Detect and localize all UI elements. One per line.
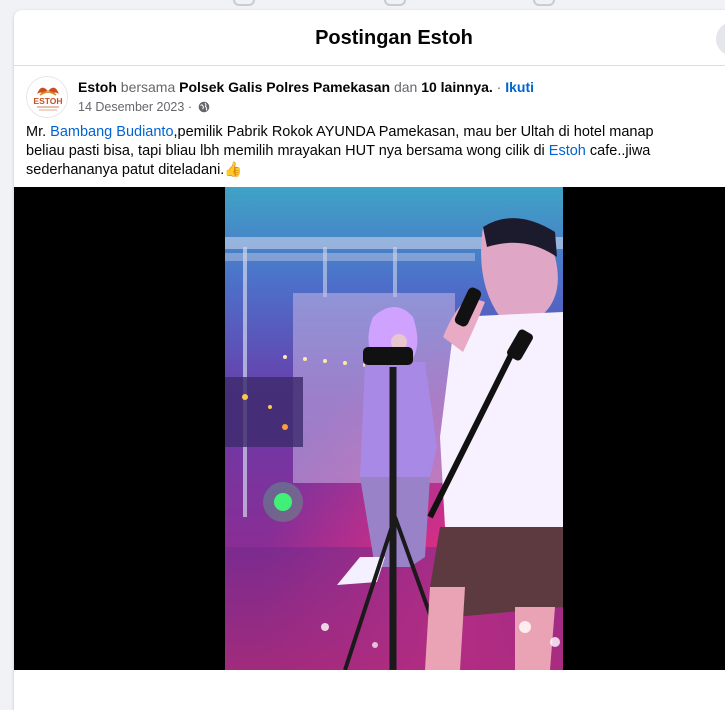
with-word: bersama xyxy=(120,79,176,95)
date-separator: · xyxy=(187,100,192,114)
text-line3: sederhananya patut diteladani. xyxy=(26,162,225,178)
text-prefix: Mr. xyxy=(26,124,47,140)
and-word: dan xyxy=(393,79,418,95)
video-player[interactable] xyxy=(14,187,725,670)
author-line: Estoh bersama Polsek Galis Polres Pameka… xyxy=(78,79,534,95)
post-message: Mr. Bambang Budianto,pemilik Pabrik Roko… xyxy=(26,123,725,180)
follow-link[interactable]: Ikuti xyxy=(505,79,534,95)
dialog-header: Postingan Estoh xyxy=(14,10,725,66)
close-button[interactable] xyxy=(716,22,725,56)
post-line-2: beliau pasti bisa, tapi bliau lbh memili… xyxy=(26,142,725,161)
close-icon xyxy=(716,22,725,56)
others-link[interactable]: 10 lainnya. xyxy=(421,79,493,95)
avatar[interactable]: ESTOH xyxy=(26,76,68,118)
tagged-page-link[interactable]: Polsek Galis Polres Pamekasan xyxy=(179,79,390,95)
svg-text:ESTOH: ESTOH xyxy=(33,96,62,106)
post-date-link[interactable]: 14 Desember 2023 xyxy=(78,100,184,114)
video-frame xyxy=(225,187,563,670)
thumbs-up-emoji: 👍 xyxy=(224,162,243,178)
dot-separator: · xyxy=(496,79,502,95)
top-nav-bar xyxy=(0,0,725,10)
globe-icon[interactable] xyxy=(198,101,210,113)
nav-home-icon[interactable] xyxy=(233,0,255,6)
estoh-logo: ESTOH xyxy=(27,77,67,117)
post-timestamp-line: 14 Desember 2023 · xyxy=(78,100,210,114)
dialog-title: Postingan Estoh xyxy=(315,27,473,49)
post-header: ESTOH Estoh bersama Polsek Galis Polres … xyxy=(26,76,725,120)
post-dialog: Postingan Estoh ESTOH Estoh bersama Pols… xyxy=(14,10,725,710)
nav-friends-icon[interactable] xyxy=(384,0,406,6)
text-line2-end: cafe..jiwa xyxy=(589,143,651,159)
text-line2-start: beliau pasti bisa, tapi bliau lbh memili… xyxy=(26,143,545,159)
author-name-link[interactable]: Estoh xyxy=(78,79,117,95)
post-line-1: Mr. Bambang Budianto,pemilik Pabrik Roko… xyxy=(26,123,725,142)
mention-estoh-link[interactable]: Estoh xyxy=(549,143,586,159)
text-line1-rest: ,pemilik Pabrik Rokok AYUNDA Pamekasan, … xyxy=(173,124,654,140)
video-still-image xyxy=(225,187,563,670)
nav-groups-icon[interactable] xyxy=(533,0,555,6)
post-line-3: sederhananya patut diteladani.👍 xyxy=(26,161,725,180)
mention-bambang-link[interactable]: Bambang Budianto xyxy=(50,124,173,140)
